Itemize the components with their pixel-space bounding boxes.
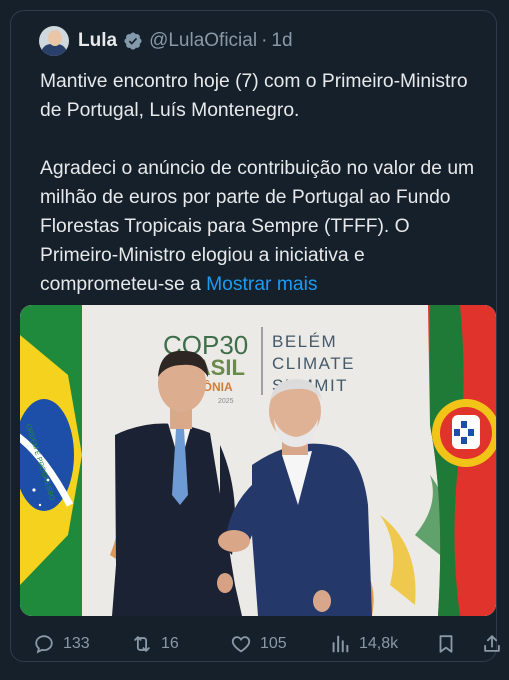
share-button[interactable] [481,631,509,657]
backdrop-title-line1: BELÉM [272,332,337,351]
backdrop-logo-line4: 2025 [218,398,234,405]
avatar[interactable] [39,26,69,56]
bookmark-icon [439,635,453,653]
author-name[interactable]: Lula [78,30,117,52]
post-time[interactable]: 1d [271,30,292,52]
repost-icon [134,636,150,652]
bookmark-button[interactable] [435,631,465,657]
like-count: 105 [260,635,287,652]
tweet-photo[interactable]: COP30 BRASIL AMAZÔNIA 2025 BELÉM CLIMATE… [20,305,496,616]
views-chart-icon [332,635,349,653]
tweet-header: Lula @LulaOficial · 1d [39,25,293,57]
author-handle[interactable]: @LulaOficial [149,30,257,52]
reply-count: 133 [63,635,90,652]
views-count: 14,8k [359,635,399,652]
separator-dot: · [261,30,268,51]
tweet-text: Mantive encontro hoje (7) com o Primeiro… [40,67,490,299]
like-button[interactable]: 105 [230,631,287,657]
bottom-edge [0,674,509,680]
tweet-card[interactable]: Lula @LulaOficial · 1d Mantive encontro … [10,10,500,662]
share-icon [484,635,500,652]
reply-icon [35,635,53,654]
reply-button[interactable]: 133 [33,631,90,657]
brazil-flag: ORDEM E PROGRESSO [20,305,82,616]
repost-button[interactable]: 16 [131,631,179,657]
action-bar: 133 16 105 14,8k [33,631,503,657]
handshake [218,530,250,552]
backdrop-title-line2: CLIMATE [272,354,355,373]
show-more-link[interactable]: Mostrar mais [206,274,317,295]
tweet-paragraph-1: Mantive encontro hoje (7) com o Primeiro… [40,71,468,121]
verified-badge-icon [124,32,142,50]
photo-scene: COP30 BRASIL AMAZÔNIA 2025 BELÉM CLIMATE… [20,305,496,616]
tweet-paragraph-2: Agradeci o anúncio de contribuição no va… [40,154,490,299]
views-button[interactable]: 14,8k [329,631,398,657]
heart-icon [231,636,251,653]
repost-count: 16 [161,635,179,652]
